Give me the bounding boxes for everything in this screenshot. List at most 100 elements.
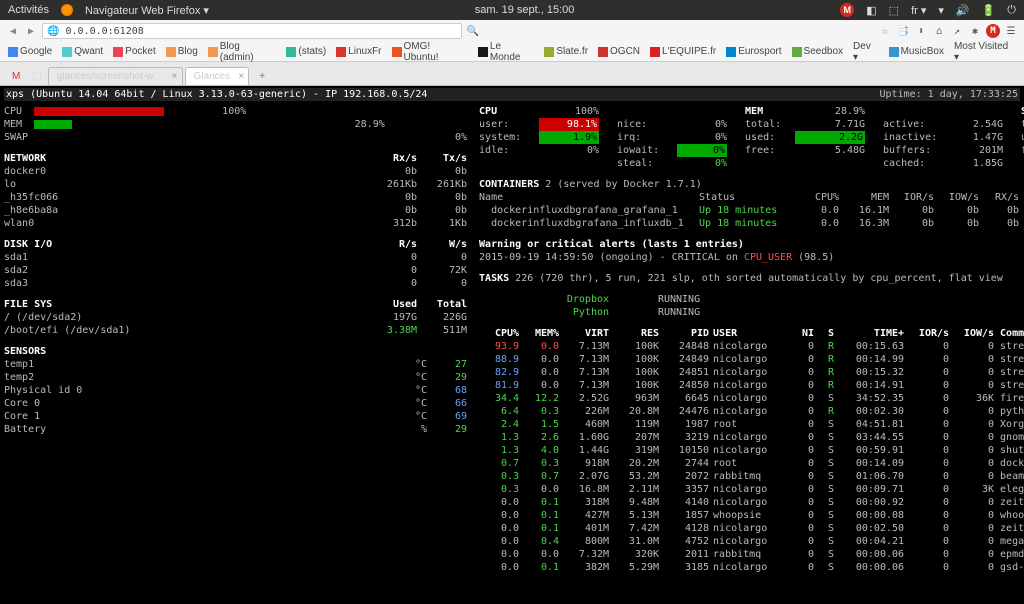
back-button[interactable]: ◀ bbox=[6, 26, 20, 37]
bookmark-item[interactable]: L'EQUIPE.fr bbox=[650, 46, 716, 57]
list-item: temp1°C27 bbox=[4, 358, 467, 371]
lang-indicator[interactable]: fr ▾ bbox=[911, 4, 926, 17]
bookmark-item[interactable]: Qwant bbox=[62, 46, 103, 57]
star-icon[interactable]: ☆ bbox=[878, 26, 892, 37]
bookmark-item[interactable]: OGCN bbox=[598, 46, 640, 57]
quick-swap: SWAP 0% bbox=[4, 131, 467, 144]
process-row: 0.00.07.32M320K2011rabbitmq0S00:00.0600e… bbox=[479, 548, 1024, 561]
list-item: wlan0312b1Kb bbox=[4, 217, 467, 230]
process-row: 0.00.1401M7.42M4128nicolargo0S00:02.5000… bbox=[479, 522, 1024, 535]
forward-button[interactable]: ▶ bbox=[24, 26, 38, 37]
bookmark-item[interactable]: Seedbox bbox=[792, 46, 843, 57]
sensors-section: SENSORS temp1°C27temp2°C29Physical id 0°… bbox=[4, 345, 467, 436]
tasks-section: TASKS 226 (720 thr), 5 run, 221 slp, oth… bbox=[479, 272, 1024, 285]
menu-icon[interactable]: ☰ bbox=[1004, 26, 1018, 37]
bookmark-item[interactable]: Most Visited ▾ bbox=[954, 41, 1016, 63]
fs-section: FILE SYSUsedTotal / (/dev/sda2)197G226G/… bbox=[4, 298, 467, 337]
process-row: 34.412.22.52G963M6645nicolargo0S34:52.35… bbox=[479, 392, 1024, 405]
process-row: 6.40.3226M20.8M24476nicolargo0R00:02.300… bbox=[479, 405, 1024, 418]
gmail-pinned-tab[interactable]: M bbox=[6, 68, 26, 85]
list-item: docker00b0b bbox=[4, 165, 467, 178]
process-row: 0.00.4800M31.0M4752nicolargo0S00:04.2100… bbox=[479, 535, 1024, 548]
list-item: Core 1°C69 bbox=[4, 410, 467, 423]
quick-mem: MEM 28.9% bbox=[4, 118, 467, 131]
process-row: 0.70.3918M20.2M2744root0S00:14.0900docke… bbox=[479, 457, 1024, 470]
process-row: 0.30.016.8M2.11M3357nicolargo0S00:09.710… bbox=[479, 483, 1024, 496]
bookmark-item[interactable]: Dev ▾ bbox=[853, 41, 879, 63]
list-item: /boot/efi (/dev/sda1)3.38M511M bbox=[4, 324, 467, 337]
new-tab-button[interactable]: + bbox=[251, 68, 273, 85]
gnome-top-bar: Activités Navigateur Web Firefox ▾ sam. … bbox=[0, 0, 1024, 20]
bookmark-item[interactable]: Eurosport bbox=[726, 46, 781, 57]
process-row: 88.90.07.13M100K24849nicolargo0R00:14.99… bbox=[479, 353, 1024, 366]
list-item: sda100 bbox=[4, 251, 467, 264]
list-item: sda300 bbox=[4, 277, 467, 290]
process-row: 0.00.1427M5.13M1857whoopsie0S00:00.0800w… bbox=[479, 509, 1024, 522]
battery-icon[interactable]: 🔋 bbox=[982, 4, 996, 17]
uptime: Uptime: 1 day, 17:33:25 bbox=[880, 88, 1018, 101]
tab-strip: M ⬚ glances/screenshot-w…× Glances× + bbox=[0, 62, 1024, 86]
list-item: lo261Kb261Kb bbox=[4, 178, 467, 191]
tab-screenshot[interactable]: glances/screenshot-w…× bbox=[48, 67, 183, 85]
process-row: 0.00.1318M9.48M4140nicolargo0S00:00.9200… bbox=[479, 496, 1024, 509]
tray-indicator-1[interactable]: ◧ bbox=[866, 4, 876, 17]
alerts-section: Warning or critical alerts (lasts 1 entr… bbox=[479, 238, 1024, 264]
firefox-url-bar: ◀ ▶ 🌐 0.0.0.0:61208 🔍 ☆ 📑 ⬇ ⌂ ↗ ✱ M ☰ bbox=[0, 20, 1024, 42]
search-icon[interactable]: 🔍 bbox=[466, 26, 480, 37]
stats-row: CPU100% user:98.1%system:1.9%idle:0% nic… bbox=[479, 105, 1024, 170]
firefox-icon bbox=[61, 4, 73, 16]
readlater-icon[interactable]: 📑 bbox=[896, 26, 910, 37]
close-icon[interactable]: × bbox=[238, 71, 244, 82]
close-icon[interactable]: × bbox=[172, 71, 178, 82]
app-menu[interactable]: Navigateur Web Firefox ▾ bbox=[85, 4, 209, 17]
clock[interactable]: sam. 19 sept., 15:00 bbox=[475, 4, 575, 16]
list-item: Battery%29 bbox=[4, 423, 467, 436]
address-input[interactable]: 🌐 0.0.0.0:61208 bbox=[42, 23, 462, 39]
host-header: xps (Ubuntu 14.04 64bit / Linux 3.13.0-6… bbox=[6, 88, 427, 101]
activities-button[interactable]: Activités bbox=[8, 4, 49, 16]
process-table: CPU% MEM% VIRT RES PID USER NI S TIME+ I… bbox=[479, 327, 1024, 574]
bookmark-item[interactable]: LinuxFr bbox=[336, 46, 381, 57]
extras-row: Dropbox RUNNING À jour bbox=[479, 293, 1024, 306]
tab-glances[interactable]: Glances× bbox=[185, 67, 250, 85]
download-icon[interactable]: ⬇ bbox=[914, 26, 928, 37]
glances-terminal: xps (Ubuntu 14.04 64bit / Linux 3.13.0-6… bbox=[0, 86, 1024, 604]
process-row: 82.90.07.13M100K24851nicolargo0R00:15.32… bbox=[479, 366, 1024, 379]
process-row: 0.00.1382M5.29M3185nicolargo0S00:00.0600… bbox=[479, 561, 1024, 574]
process-row: 93.90.07.13M100K24848nicolargo0R00:15.63… bbox=[479, 340, 1024, 353]
list-item: _h35fc0660b0b bbox=[4, 191, 467, 204]
tray-indicator-2[interactable]: ⬚ bbox=[889, 4, 899, 17]
process-row: 81.90.07.13M100K24850nicolargo0R00:14.91… bbox=[479, 379, 1024, 392]
power-icon[interactable]: ⏻ bbox=[1007, 4, 1016, 17]
bookmark-item[interactable]: Blog (admin) bbox=[208, 41, 277, 63]
bookmark-item[interactable]: Pocket bbox=[113, 46, 156, 57]
bookmark-item[interactable]: Le Monde bbox=[478, 41, 534, 63]
share-icon[interactable]: ↗ bbox=[950, 26, 964, 37]
site-globe-icon: 🌐 bbox=[47, 26, 65, 37]
containers-section: CONTAINERS 2 (served by Docker 1.7.1) Na… bbox=[479, 178, 1024, 230]
ext1-icon[interactable]: ✱ bbox=[968, 26, 982, 37]
process-row: 1.32.61.60G207M3219nicolargo0S03:44.5500… bbox=[479, 431, 1024, 444]
list-item: Core 0°C66 bbox=[4, 397, 467, 410]
home-icon[interactable]: ⌂ bbox=[932, 26, 946, 37]
list-item: / (/dev/sda2)197G226G bbox=[4, 311, 467, 324]
list-item: sda2072K bbox=[4, 264, 467, 277]
wifi-icon[interactable]: ▾ bbox=[938, 4, 944, 17]
list-item: Physical id 0°C68 bbox=[4, 384, 467, 397]
process-row: 0.30.72.07G53.2M2072rabbitmq0S01:06.7000… bbox=[479, 470, 1024, 483]
bookmark-item[interactable]: (stats) bbox=[286, 46, 326, 57]
process-row: 2.41.5460M119M1987root0S04:51.8100Xorg bbox=[479, 418, 1024, 431]
mega-tray-icon[interactable]: M bbox=[840, 3, 854, 17]
extras-row2: Python RUNNING CPU: 6.4% | MEM: 0.3% bbox=[479, 306, 1024, 319]
bookmark-item[interactable]: Google bbox=[8, 46, 52, 57]
bookmark-item[interactable]: OMG! Ubuntu! bbox=[392, 41, 468, 63]
github-pinned-tab[interactable]: ⬚ bbox=[26, 68, 47, 85]
bookmark-item[interactable]: Slate.fr bbox=[544, 46, 588, 57]
bookmark-item[interactable]: MusicBox bbox=[889, 46, 944, 57]
disk-section: DISK I/OR/sW/s sda100sda2072Ksda300 bbox=[4, 238, 467, 290]
bookmarks-toolbar: Google Qwant Pocket Blog Blog (admin) (s… bbox=[0, 42, 1024, 62]
bookmark-item[interactable]: Blog bbox=[166, 46, 198, 57]
container-row: dockerinfluxdbgrafana_grafana_1Up 18 min… bbox=[479, 204, 1024, 217]
mega-toolbar-icon[interactable]: M bbox=[986, 24, 1000, 38]
volume-icon[interactable]: 🔊 bbox=[956, 4, 970, 17]
